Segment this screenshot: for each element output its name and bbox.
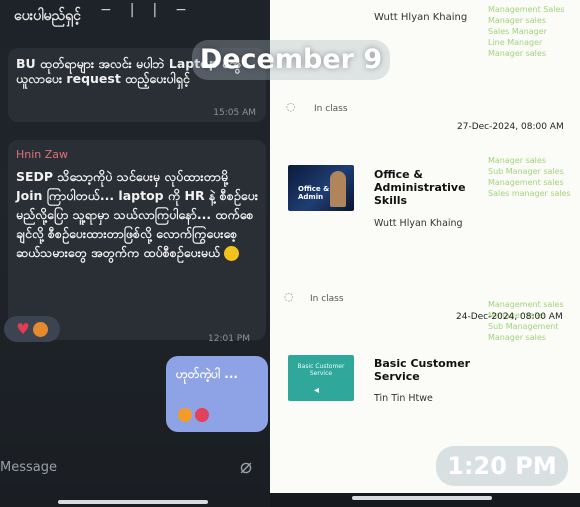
side-note: Manager sales — [488, 49, 546, 58]
home-indicator[interactable] — [58, 500, 208, 504]
course-author: Wutt Hlyan Khaing — [374, 218, 463, 229]
reaction-row[interactable] — [178, 408, 209, 422]
course-title[interactable]: Basic Customer Service — [374, 357, 474, 383]
home-indicator[interactable] — [352, 496, 492, 500]
reaction-pill[interactable]: ♥ — [4, 316, 60, 342]
hug-emoji-icon — [178, 408, 192, 422]
heart-emoji-icon — [195, 408, 209, 422]
menu-icon[interactable]: − — [175, 2, 205, 18]
presenter-figure — [330, 171, 346, 207]
heart-icon: ♥ — [16, 320, 30, 338]
thumbnail-caption: Basic Customer Service — [297, 363, 345, 377]
status-label: In class — [310, 294, 344, 304]
side-note: Sales manager sales — [488, 189, 571, 198]
message-composer[interactable]: Message ⌀ — [0, 446, 270, 486]
side-note: Management Sales — [488, 5, 565, 14]
course-author: Tin Tin Htwe — [374, 393, 433, 404]
time-overlay: 1:20 PM — [436, 446, 568, 486]
side-note: Sub Management — [488, 322, 559, 331]
side-notes: Management Sales Manager sales Sales Man… — [488, 0, 580, 343]
message-time: 15:05 AM — [213, 108, 256, 118]
course-date: 24-Dec-2024, 08:00 AM — [456, 312, 563, 322]
window-controls[interactable]: −||− — [100, 2, 205, 18]
smile-emoji-icon — [224, 246, 240, 261]
play-icon: ◂ — [314, 385, 320, 396]
chat-header-title: ပေးပါမည်ရှင့် — [14, 8, 81, 24]
screenshot: ပေးပါမည်ရှင့် −||− BU ထုတ်ရာများ အလင်း မ… — [0, 0, 580, 507]
date-overlay: December 9 — [192, 40, 390, 80]
course-title[interactable]: Office & Administrative Skills — [374, 168, 470, 207]
paperclip-icon[interactable]: ⌀ — [240, 454, 252, 478]
message-body: SEDP သိသော့ကိုပဲ သင်ပေးမှ လုပ်ထားတာမို့ … — [16, 167, 258, 262]
divider-icon: | — [129, 2, 153, 18]
pin-icon: ◌ — [286, 100, 296, 113]
side-note: Line Manager — [488, 38, 543, 47]
course-thumbnail[interactable]: Office & Admin — [288, 165, 354, 211]
side-note: Management sales — [488, 300, 564, 309]
hug-emoji-icon — [32, 321, 48, 337]
divider-icon: | — [152, 2, 176, 18]
chat-message[interactable]: Hnin Zaw SEDP သိသော့ကိုပဲ သင်ပေးမှ လုပ်ထ… — [8, 140, 266, 340]
message-time: 12:01 PM — [208, 334, 250, 344]
pin-icon: ◌ — [284, 290, 294, 303]
status-label: In class — [314, 104, 348, 114]
minimize-icon[interactable]: − — [100, 2, 130, 18]
message-text: SEDP သိသော့ကိုပဲ သင်ပေးမှ လုပ်ထားတာမို့ … — [16, 169, 258, 260]
side-note: Sales Manager — [488, 27, 547, 36]
side-note: Manager sales — [488, 333, 546, 342]
outgoing-message[interactable]: ဟုတ်ကဲ့ပါ ... — [166, 356, 268, 432]
message-input[interactable]: Message — [0, 460, 57, 475]
side-note: Management sales — [488, 178, 564, 187]
message-sender: Hnin Zaw — [16, 148, 69, 161]
course-thumbnail[interactable]: Basic Customer Service ◂ — [288, 355, 354, 401]
side-note: Manager sales — [488, 16, 546, 25]
top-author-name: Wutt Hlyan Khaing — [374, 12, 468, 23]
course-date: 27-Dec-2024, 08:00 AM — [457, 122, 564, 132]
message-text: ဟုတ်ကဲ့ပါ ... — [176, 367, 238, 381]
side-note: Sub Manager sales — [488, 167, 564, 176]
side-note: Manager sales — [488, 156, 546, 165]
